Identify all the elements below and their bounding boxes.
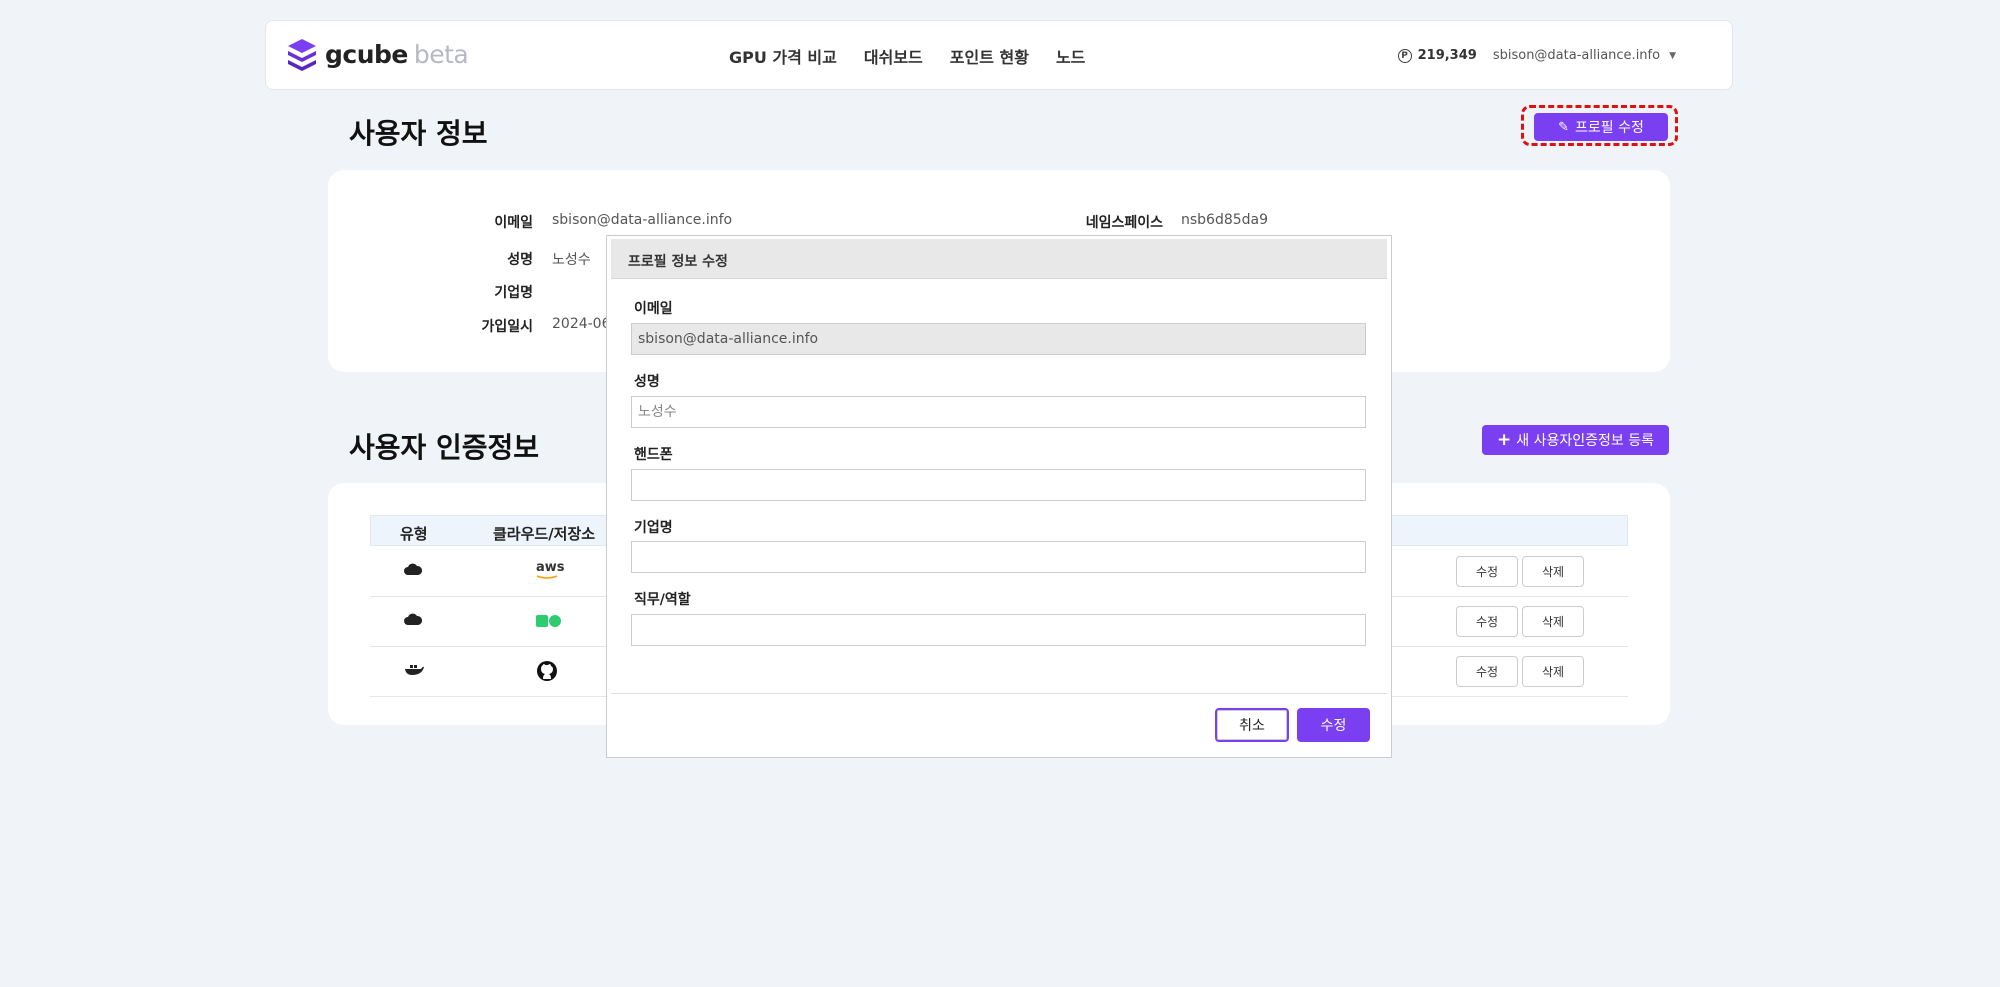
edit-button[interactable]: 수정 [1456, 606, 1518, 637]
logo[interactable]: gcube beta [286, 37, 469, 71]
edit-button[interactable]: 수정 [1456, 556, 1518, 587]
add-credential-button[interactable]: + 새 사용자인증정보 등록 [1482, 425, 1669, 455]
page-title: 사용자 정보 [349, 117, 488, 150]
edit-icon: ✎ [1558, 119, 1570, 135]
nav-points-status[interactable]: 포인트 현황 [950, 44, 1029, 68]
namespace-value: nsb6d85da9 [1181, 212, 1269, 228]
points-balance: 219,349 [1417, 48, 1477, 63]
gcube-logo-icon [288, 39, 316, 71]
company-field[interactable] [631, 541, 1366, 573]
docker-icon [405, 665, 424, 675]
plus-icon: + [1497, 430, 1512, 450]
name-value: 노성수 [552, 252, 591, 268]
submit-button[interactable]: 수정 [1297, 708, 1370, 742]
nav-dashboard[interactable]: 대쉬보드 [864, 44, 923, 68]
green-squares-logo [536, 615, 561, 627]
name-field[interactable] [631, 396, 1366, 428]
delete-button[interactable]: 삭제 [1522, 556, 1584, 587]
modal-email-label: 이메일 [634, 301, 673, 317]
email-label: 이메일 [494, 215, 533, 231]
nav-nodes[interactable]: 노드 [1056, 44, 1085, 68]
modal-header: 프로필 정보 수정 [611, 239, 1387, 279]
chevron-down-icon[interactable]: ▼ [1669, 51, 1676, 61]
phone-field[interactable] [631, 469, 1366, 501]
add-credential-label: 새 사용자인증정보 등록 [1516, 433, 1654, 449]
edit-profile-button[interactable]: ✎ 프로필 수정 [1534, 113, 1668, 141]
edit-profile-label: 프로필 수정 [1575, 120, 1644, 136]
delete-button[interactable]: 삭제 [1522, 606, 1584, 637]
namespace-label: 네임스페이스 [1085, 215, 1163, 231]
modal-phone-label: 핸드폰 [634, 447, 673, 463]
joined-label: 가입일시 [481, 319, 533, 335]
modal-title: 프로필 정보 수정 [628, 254, 728, 270]
user-email[interactable]: sbison@data-alliance.info [1493, 48, 1660, 63]
user-menu[interactable]: P 219,349 sbison@data-alliance.info ▼ [1397, 48, 1676, 63]
delete-button[interactable]: 삭제 [1522, 656, 1584, 687]
role-field[interactable] [631, 614, 1366, 646]
edit-profile-modal: 프로필 정보 수정 이메일 성명 핸드폰 기업명 직무/역할 취소 수정 [606, 235, 1392, 758]
github-icon [537, 661, 557, 681]
cloud-icon [404, 613, 422, 625]
edit-button[interactable]: 수정 [1456, 656, 1518, 687]
modal-role-label: 직무/역할 [634, 592, 691, 608]
nav-links: GPU 가격 비교 대쉬보드 포인트 현황 노드 [729, 44, 1112, 68]
company-label: 기업명 [494, 285, 533, 301]
top-navbar: gcube beta GPU 가격 비교 대쉬보드 포인트 현황 노드 P 219… [265, 20, 1733, 90]
joined-value: 2024-06 [552, 316, 611, 332]
email-value: sbison@data-alliance.info [552, 212, 733, 228]
column-header-cloud: 클라우드/저장소 [493, 525, 596, 543]
modal-company-label: 기업명 [634, 520, 673, 536]
column-header-type: 유형 [400, 525, 428, 543]
point-icon: P [1397, 48, 1412, 63]
cloud-icon [404, 563, 422, 575]
cancel-button[interactable]: 취소 [1215, 708, 1289, 742]
logo-text: gcube beta [325, 39, 469, 69]
aws-logo: aws [536, 560, 565, 580]
modal-footer: 취소 수정 [611, 693, 1387, 755]
email-field [631, 323, 1366, 355]
credentials-title: 사용자 인증정보 [349, 431, 540, 464]
modal-name-label: 성명 [634, 374, 660, 390]
name-label: 성명 [507, 252, 533, 268]
nav-gpu-price-compare[interactable]: GPU 가격 비교 [729, 44, 837, 68]
